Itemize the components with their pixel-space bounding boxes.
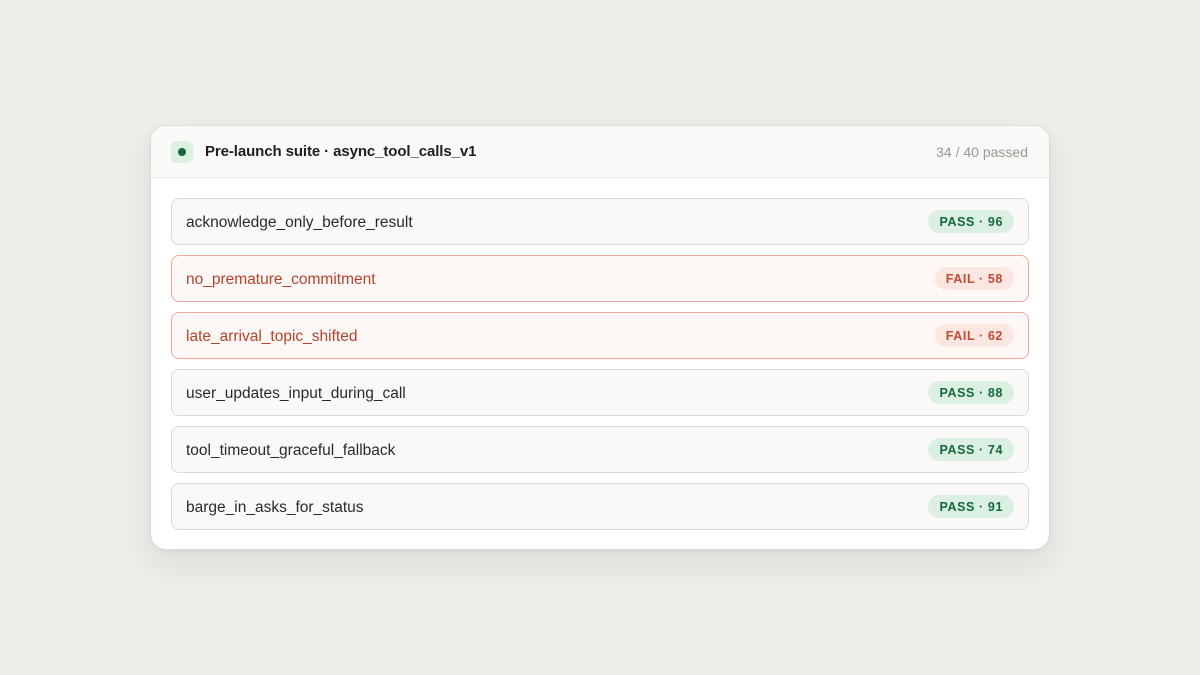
test-row[interactable]: tool_timeout_graceful_fallback PASS · 74 [171,426,1029,473]
test-name: no_premature_commitment [186,270,376,288]
test-name: late_arrival_topic_shifted [186,327,358,345]
status-badge: PASS · 74 [928,438,1014,461]
test-suite-card: Pre-launch suite · async_tool_calls_v1 3… [150,125,1050,550]
status-badge: FAIL · 58 [934,267,1014,290]
test-row[interactable]: user_updates_input_during_call PASS · 88 [171,369,1029,416]
test-list: acknowledge_only_before_result PASS · 96… [151,178,1049,530]
suite-status-indicator [171,140,193,163]
status-badge: PASS · 91 [928,495,1014,518]
suite-header: Pre-launch suite · async_tool_calls_v1 3… [151,126,1049,178]
test-row[interactable]: no_premature_commitment FAIL · 58 [171,255,1029,302]
status-badge: FAIL · 62 [934,324,1014,347]
status-dot-icon [178,147,186,156]
test-row[interactable]: acknowledge_only_before_result PASS · 96 [171,198,1029,245]
test-row[interactable]: late_arrival_topic_shifted FAIL · 62 [171,312,1029,359]
suite-title: Pre-launch suite · async_tool_calls_v1 [205,143,477,160]
test-name: tool_timeout_graceful_fallback [186,441,396,459]
test-name: barge_in_asks_for_status [186,498,364,516]
test-row[interactable]: barge_in_asks_for_status PASS · 91 [171,483,1029,530]
status-badge: PASS · 96 [928,210,1014,233]
test-name: acknowledge_only_before_result [186,213,413,231]
pass-summary: 34 / 40 passed [936,143,1028,160]
test-name: user_updates_input_during_call [186,384,406,402]
status-badge: PASS · 88 [928,381,1014,404]
